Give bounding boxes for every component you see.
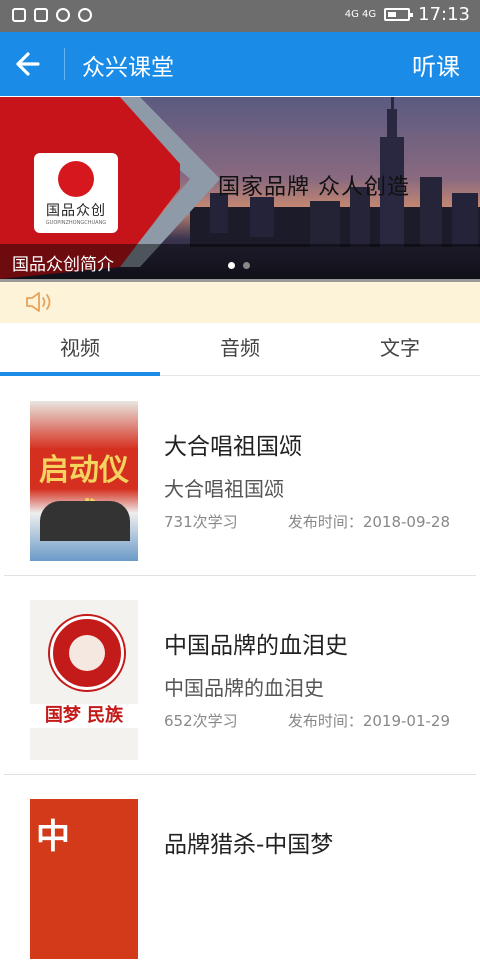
battery-icon — [384, 8, 414, 21]
clock: 17:13 — [418, 4, 470, 25]
list-item[interactable]: 启动仪式 大合唱祖国颂 大合唱祖国颂 731次学习 发布时间：2018-09-2… — [4, 377, 476, 576]
list-item[interactable]: 中 品牌猎杀-中国梦 — [4, 775, 476, 973]
wechat-icon — [56, 8, 70, 22]
brand-logo-sub: GUOPINZHONGCHUANG — [45, 219, 107, 226]
page-title: 众兴课堂 — [82, 55, 174, 81]
tab-audio[interactable]: 音频 — [160, 323, 320, 375]
image-icon — [12, 8, 26, 22]
carousel-dot-active — [228, 262, 235, 269]
course-thumbnail: 国梦 民族 — [30, 600, 138, 760]
banner-slogan: 国家品牌 众人创造 — [218, 175, 410, 200]
course-subtitle: 大合唱祖国颂 — [164, 477, 284, 501]
content-tabs: 视频 音频 文字 — [0, 323, 480, 376]
qr-icon — [34, 8, 48, 22]
study-count: 731次学习 — [164, 513, 238, 531]
header-divider — [64, 48, 65, 80]
thumbnail-caption: 国梦 民族 — [30, 704, 138, 728]
course-list: 启动仪式 大合唱祖国颂 大合唱祖国颂 731次学习 发布时间：2018-09-2… — [0, 377, 480, 973]
tab-video[interactable]: 视频 — [0, 323, 160, 376]
list-item[interactable]: 国梦 民族 中国品牌的血泪史 中国品牌的血泪史 652次学习 发布时间：2019… — [4, 576, 476, 775]
course-title: 品牌猎杀-中国梦 — [164, 832, 334, 858]
notification-icons: ··· — [12, 8, 251, 187]
publish-date: 发布时间：2018-09-28 — [287, 513, 450, 531]
publish-date: 发布时间：2019-01-29 — [287, 712, 450, 730]
back-button[interactable] — [12, 46, 52, 82]
back-arrow-icon — [16, 52, 40, 76]
banner-carousel[interactable]: 国品众创 GUOPINZHONGCHUANG 国家品牌 众人创造 国品众创简介 — [0, 97, 480, 279]
course-title: 中国品牌的血泪史 — [164, 633, 348, 659]
notice-bar[interactable] — [0, 279, 480, 323]
brand-logo-mark-icon — [58, 160, 94, 197]
status-bar: ··· 4G 4G 17:13 — [0, 0, 480, 187]
fist-emblem-icon — [50, 616, 124, 690]
banner-caption: 国品众创简介 — [12, 255, 114, 275]
course-thumbnail: 启动仪式 — [30, 401, 138, 561]
listen-button[interactable]: 听课 — [412, 47, 460, 82]
thumbnail-people — [40, 501, 130, 541]
course-thumbnail: 中 — [30, 799, 138, 959]
study-count: 652次学习 — [164, 712, 238, 730]
course-subtitle: 中国品牌的血泪史 — [164, 676, 324, 700]
network-indicator: 4G 4G — [344, 9, 377, 20]
carousel-dot — [243, 262, 250, 269]
speaker-icon — [26, 292, 51, 312]
wechat-icon-2 — [78, 8, 92, 22]
app-header: 众兴课堂 听课 — [0, 32, 480, 96]
thumbnail-caption: 中 — [36, 817, 70, 857]
brand-logo: 国品众创 GUOPINZHONGCHUANG — [34, 153, 118, 233]
tab-text[interactable]: 文字 — [320, 323, 480, 375]
carousel-indicator — [228, 262, 250, 269]
course-title: 大合唱祖国颂 — [164, 434, 302, 460]
brand-logo-name: 国品众创 — [46, 202, 106, 219]
